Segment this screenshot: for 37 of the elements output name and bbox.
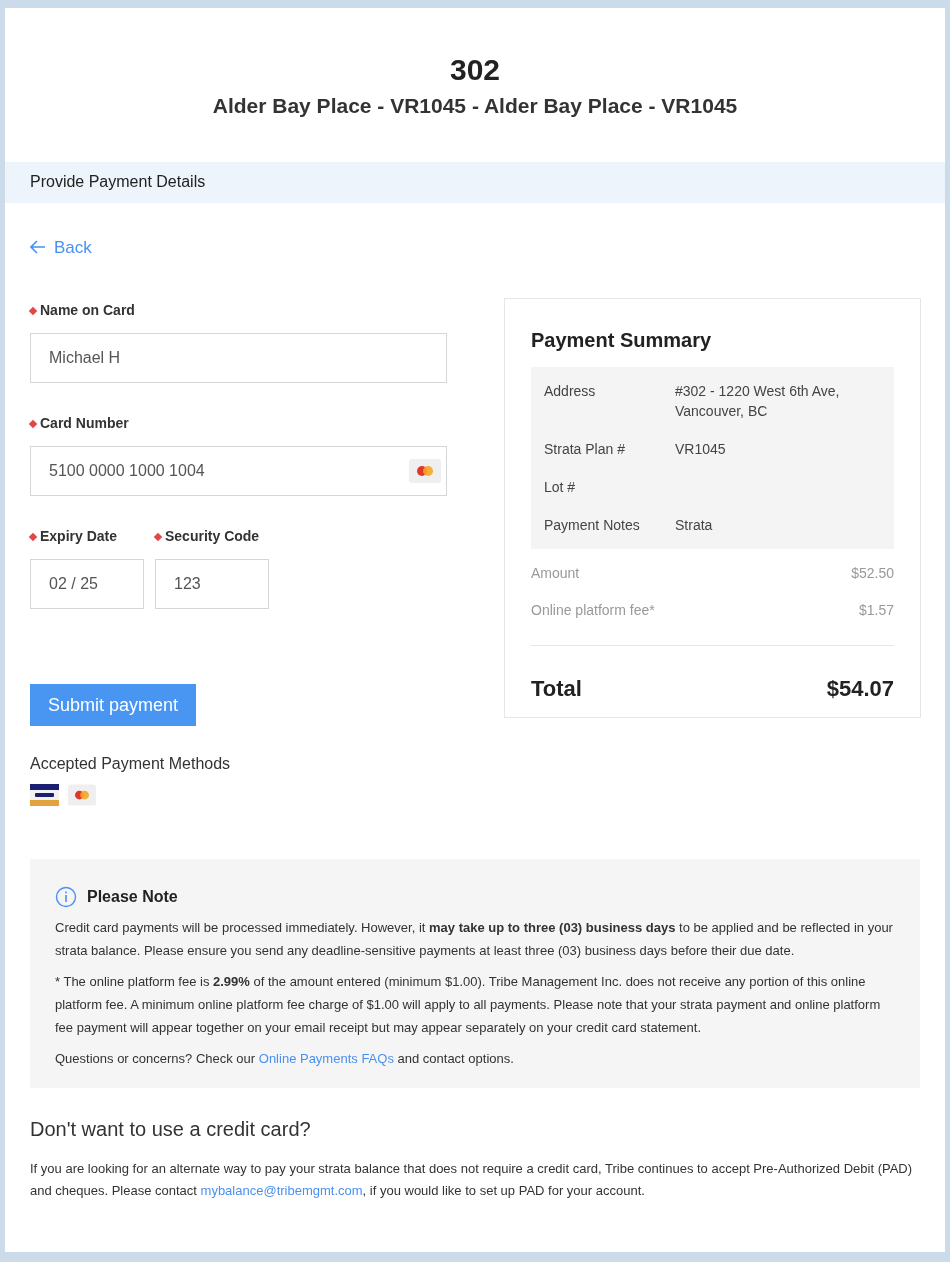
mastercard-icon [409,459,441,484]
info-icon [55,885,77,908]
detail-label: Strata Plan # [544,440,626,460]
note-title: Please Note [87,887,178,908]
arrow-left-icon [30,240,46,255]
total-label: Total [531,675,582,704]
input-field[interactable]: 5100 0000 1000 1004 [30,446,447,497]
input-field[interactable]: Michael H [30,333,447,384]
input-field[interactable]: 123 [155,559,269,610]
field-label: Name on Card [40,301,135,321]
card-icon [30,784,59,807]
field-label: Card Number [40,414,129,434]
note-paragraph: * The online platform fee is 2.99% of the amount entered (minimum $1.00). Tribe Management Inc. does not receive any portion of this online platform fee. A minimum online platform fee charge of $1.00 will apply to all payments. Please note that your strata payment and online platform fee payment will appear together on your email receipt but may appear separately on your credit card statement. [55,973,882,1038]
mastercard-icon [68,784,96,807]
page-title: 302 [449,52,501,88]
detail-value: #302 - 1220 West 6th Ave, Vancouver, BC [675,382,841,422]
detail-value: Strata [675,516,714,536]
line-amount: $52.50 [851,564,894,584]
field-label: Expiry Date [40,527,118,547]
detail-value: VR1045 [675,440,727,460]
section-bar: Provide Payment Details [5,161,945,203]
total-amount: $54.07 [826,675,894,704]
input-field[interactable]: 02 / 25 [30,559,144,610]
field-label: Security Code [165,527,260,547]
summary-title: Payment Summary [531,328,713,354]
page-subtitle: Alder Bay Place - VR1045 - Alder Bay Place - VR1045 [212,93,738,119]
detail-label: Address [544,382,597,402]
section-heading: Accepted Payment Methods [30,754,232,775]
line-label: Online platform fee* [531,601,655,621]
note-paragraph: Questions or concerns? Check our Online Payments FAQs and contact options. [55,1050,515,1069]
detail-label: Payment Notes [544,516,641,536]
info-paragraph: If you are looking for an alternate way to pay your strata balance that does not require a credit card, Tribe continues to accept Pre-Authorized Debit (PAD) and cheques. Please contact mybalance@tribemgmt.com, if you would like to set up PAD for your account. [30,1160,914,1201]
section-heading: Don't want to use a credit card? [30,1117,312,1143]
note-paragraph: Credit card payments will be processed immediately. However, it may take up to three (03) business days to be applied and be reflected in your strata balance. Please ensure you send any deadline-sensitive payments at least three (03) business days before their due date. [55,919,894,961]
line-label: Amount [531,564,580,584]
line-amount: $1.57 [858,601,894,621]
detail-label: Lot # [544,478,577,498]
